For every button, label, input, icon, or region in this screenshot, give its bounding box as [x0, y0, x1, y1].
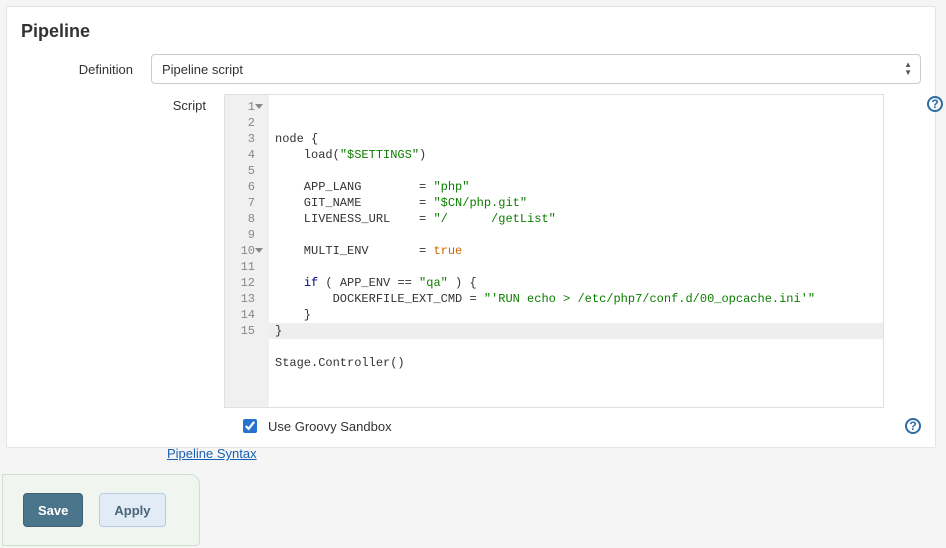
code-line[interactable]: DOCKERFILE_EXT_CMD = "'RUN echo > /etc/p… [275, 291, 883, 307]
code-line[interactable]: } [269, 323, 883, 339]
script-editor[interactable]: 123456789101112131415 node { load("$SETT… [224, 94, 884, 408]
pipeline-config-page: Pipeline Definition Pipeline script ▲▼ S… [0, 0, 946, 548]
code-line[interactable]: LIVENESS_URL = "/ /getList" [275, 211, 883, 227]
gutter-line: 8 [229, 211, 263, 227]
gutter-line: 3 [229, 131, 263, 147]
code-line[interactable]: } [275, 307, 883, 323]
definition-field: Pipeline script ▲▼ [151, 54, 921, 84]
gutter-line: 5 [229, 163, 263, 179]
gutter-line: 14 [229, 307, 263, 323]
help-icon[interactable]: ? [905, 418, 921, 434]
script-row: Script 123456789101112131415 node { load… [7, 94, 935, 416]
gutter-line: 13 [229, 291, 263, 307]
sandbox-label: Use Groovy Sandbox [268, 419, 392, 434]
script-editor-wrap: 123456789101112131415 node { load("$SETT… [224, 94, 921, 408]
code-line[interactable] [275, 259, 883, 275]
code-line[interactable]: Stage.Controller() [275, 355, 883, 371]
code-line[interactable]: MULTI_ENV = true [275, 243, 883, 259]
apply-button[interactable]: Apply [99, 493, 165, 527]
syntax-link-row: Pipeline Syntax [7, 446, 935, 461]
gutter-line: 4 [229, 147, 263, 163]
gutter-line: 10 [229, 243, 263, 259]
definition-row: Definition Pipeline script ▲▼ [7, 54, 935, 94]
gutter-line: 1 [229, 99, 263, 115]
sandbox-checkbox[interactable] [243, 419, 257, 433]
gutter-line: 7 [229, 195, 263, 211]
gutter-line: 15 [229, 323, 263, 339]
definition-select[interactable]: Pipeline script ▲▼ [151, 54, 921, 84]
section-title: Pipeline [7, 21, 935, 54]
code-line[interactable]: GIT_NAME = "$CN/php.git" [275, 195, 883, 211]
pipeline-section: Pipeline Definition Pipeline script ▲▼ S… [6, 6, 936, 448]
code-line[interactable]: APP_LANG = "php" [275, 179, 883, 195]
save-button[interactable]: Save [23, 493, 83, 527]
footer-actions: Save Apply [2, 474, 200, 546]
gutter-line: 11 [229, 259, 263, 275]
editor-code[interactable]: node { load("$SETTINGS") APP_LANG = "php… [269, 95, 883, 407]
definition-label: Definition [21, 62, 151, 77]
help-icon[interactable]: ? [927, 96, 943, 112]
gutter-line: 2 [229, 115, 263, 131]
editor-code-inner: node { load("$SETTINGS") APP_LANG = "php… [275, 131, 883, 371]
script-label: Script [21, 94, 224, 113]
gutter-line: 9 [229, 227, 263, 243]
pipeline-syntax-link[interactable]: Pipeline Syntax [167, 446, 257, 461]
code-line[interactable] [275, 339, 883, 355]
editor-gutter: 123456789101112131415 [225, 95, 269, 407]
definition-select-value: Pipeline script [162, 62, 243, 77]
gutter-line: 6 [229, 179, 263, 195]
sandbox-wrap: Use Groovy Sandbox ? [239, 416, 921, 436]
code-line[interactable]: node { [275, 131, 883, 147]
code-line[interactable] [275, 163, 883, 179]
sandbox-row: Use Groovy Sandbox ? [7, 416, 935, 442]
select-arrows-icon: ▲▼ [904, 61, 912, 77]
code-line[interactable]: if ( APP_ENV == "qa" ) { [275, 275, 883, 291]
code-line[interactable] [275, 227, 883, 243]
code-line[interactable]: load("$SETTINGS") [275, 147, 883, 163]
gutter-line: 12 [229, 275, 263, 291]
